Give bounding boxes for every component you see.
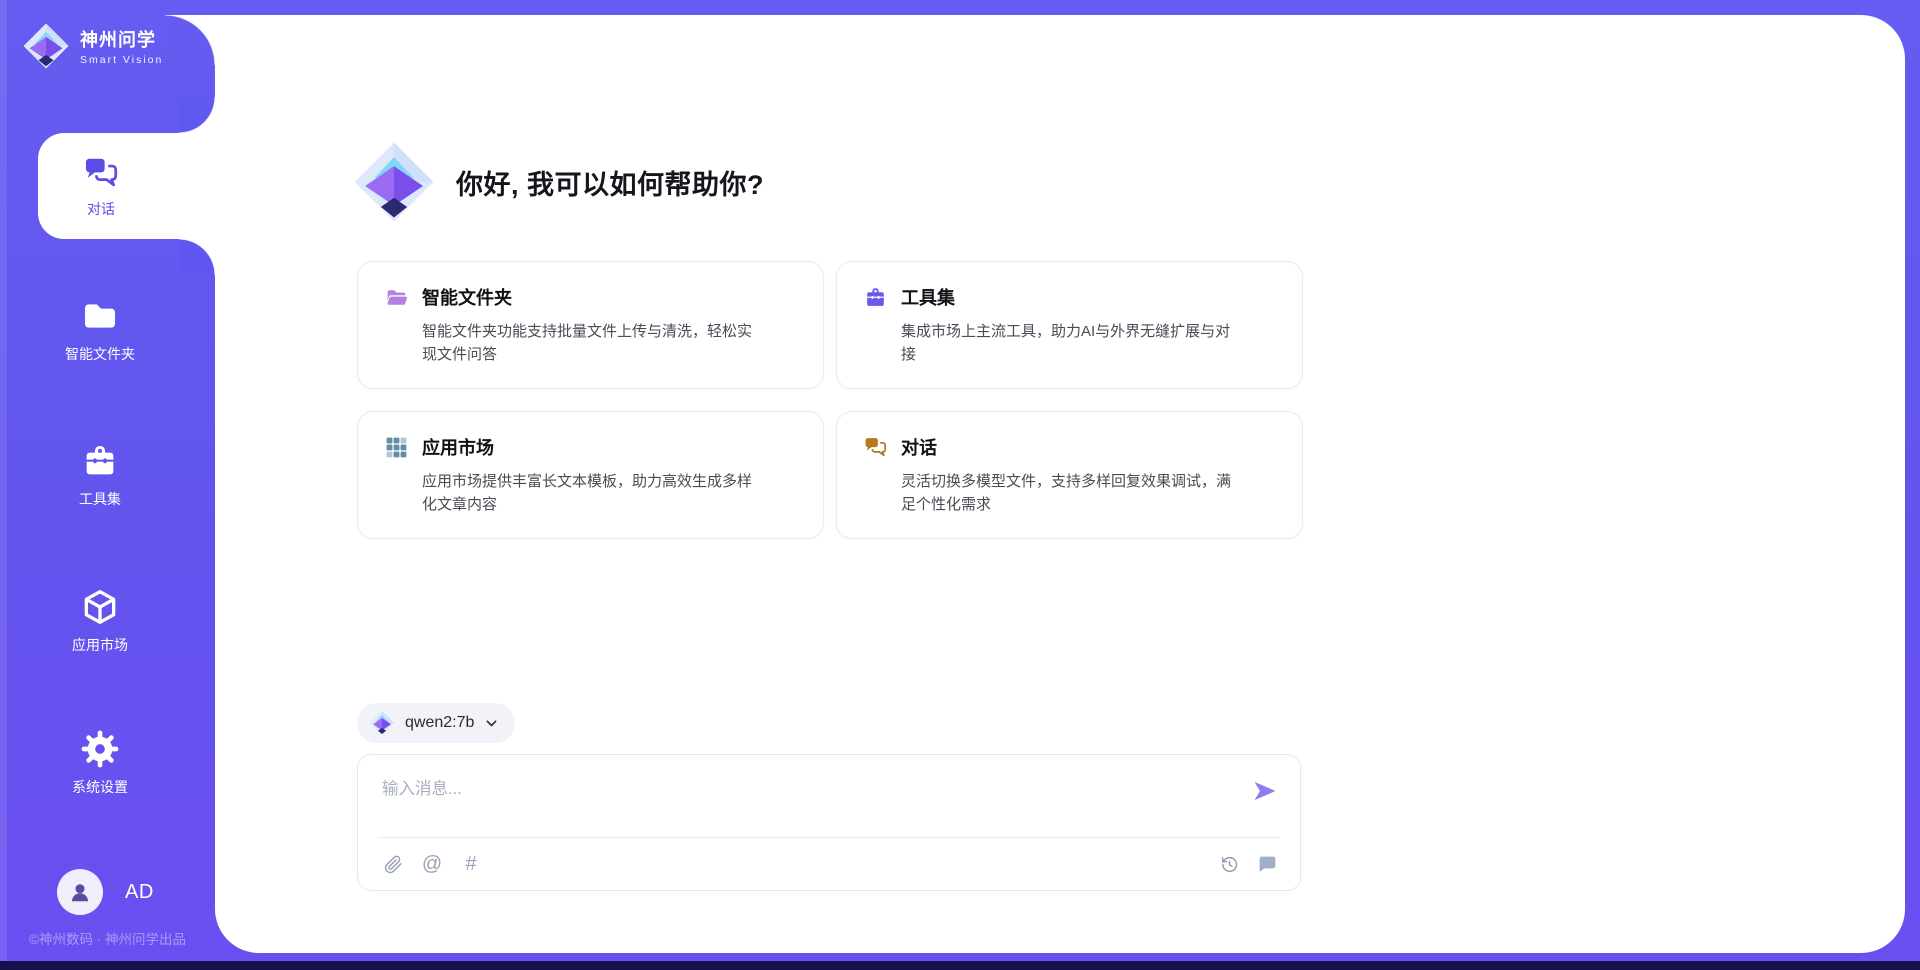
- mention-icon: @: [422, 854, 442, 874]
- toolbox-icon: [80, 441, 120, 481]
- brand-title: 神州问学: [80, 26, 163, 52]
- page-title: 你好, 我可以如何帮助你?: [456, 163, 764, 202]
- sidebar-item-settings[interactable]: 系统设置: [0, 729, 200, 797]
- chat-bubbles-icon: [863, 435, 888, 460]
- panel-corner-flare: [165, 15, 215, 65]
- sidebar-item-label: 应用市场: [72, 635, 128, 655]
- mention-button[interactable]: @: [421, 853, 443, 875]
- greeting: 你好, 我可以如何帮助你?: [352, 140, 764, 224]
- model-name: qwen2:7b: [405, 714, 474, 732]
- history-icon: [1219, 854, 1240, 875]
- send-icon: [1251, 777, 1279, 805]
- attach-button[interactable]: [382, 853, 404, 875]
- hashtag-icon: #: [465, 854, 476, 874]
- greeting-logo-icon: [352, 140, 436, 224]
- grid-icon: [384, 435, 409, 460]
- card-chat[interactable]: 对话 灵活切换多模型文件，支持多样回复效果调试，满足个性化需求: [836, 411, 1303, 539]
- folder-icon: [80, 296, 120, 336]
- sidebar-item-label: 系统设置: [72, 777, 128, 797]
- person-icon: [67, 879, 93, 905]
- card-description: 灵活切换多模型文件，支持多样回复效果调试，满足个性化需求: [901, 470, 1235, 517]
- model-selector[interactable]: qwen2:7b: [357, 703, 515, 743]
- sidebar-item-smart-folder[interactable]: 智能文件夹: [0, 296, 200, 364]
- app-background: 神州问学 Smart Vision 对话 智能文件夹 工具集 应用市场: [0, 0, 1920, 970]
- card-toolset[interactable]: 工具集 集成市场上主流工具，助力AI与外界无缝扩展与对接: [836, 261, 1303, 389]
- chat-icon: [82, 154, 120, 192]
- hashtag-button[interactable]: #: [460, 853, 482, 875]
- composer-divider: [378, 837, 1280, 838]
- composer: @ #: [357, 754, 1301, 891]
- brand: 神州问学 Smart Vision: [22, 22, 163, 70]
- gear-icon: [80, 729, 120, 769]
- card-app-market[interactable]: 应用市场 应用市场提供丰富长文本模板，助力高效生成多样化文章内容: [357, 411, 824, 539]
- bottom-strip: [0, 961, 1920, 970]
- chevron-down-icon: [484, 716, 499, 731]
- card-smart-folder[interactable]: 智能文件夹 智能文件夹功能支持批量文件上传与清洗，轻松实现文件问答: [357, 261, 824, 389]
- sidebar-item-label: 智能文件夹: [65, 344, 135, 364]
- chat-bubble-icon: [1257, 854, 1278, 875]
- model-logo-icon: [369, 710, 395, 736]
- quick-phrase-button[interactable]: [1256, 853, 1278, 875]
- sidebar-item-toolset[interactable]: 工具集: [0, 441, 200, 509]
- card-title: 工具集: [901, 284, 955, 310]
- card-description: 应用市场提供丰富长文本模板，助力高效生成多样化文章内容: [422, 470, 756, 517]
- card-title: 应用市场: [422, 434, 494, 460]
- send-button[interactable]: [1250, 777, 1280, 807]
- message-input[interactable]: [358, 755, 1300, 831]
- sidebar-footer: ©神州数码 · 神州问学出品: [0, 928, 215, 948]
- sidebar-item-chat[interactable]: 对话: [38, 133, 224, 239]
- sidebar-item-label: 对话: [87, 199, 115, 219]
- sidebar-item-app-market[interactable]: 应用市场: [0, 587, 200, 655]
- user-chip[interactable]: AD: [57, 869, 154, 915]
- avatar: [57, 869, 103, 915]
- briefcase-icon: [863, 285, 888, 310]
- card-title: 对话: [901, 434, 937, 460]
- card-description: 智能文件夹功能支持批量文件上传与清洗，轻松实现文件问答: [422, 320, 756, 367]
- card-title: 智能文件夹: [422, 284, 512, 310]
- cube-icon: [80, 587, 120, 627]
- sidebar-item-label: 工具集: [79, 489, 121, 509]
- tab-curve-bottom: [179, 239, 215, 275]
- folder-open-icon: [384, 285, 409, 310]
- feature-cards: 智能文件夹 智能文件夹功能支持批量文件上传与清洗，轻松实现文件问答 工具集 集成…: [357, 261, 1303, 539]
- brand-subtitle: Smart Vision: [80, 54, 163, 66]
- tab-curve-top: [179, 97, 215, 133]
- paperclip-icon: [383, 854, 404, 875]
- brand-logo-icon: [22, 22, 70, 70]
- card-description: 集成市场上主流工具，助力AI与外界无缝扩展与对接: [901, 320, 1235, 367]
- user-name: AD: [125, 881, 154, 904]
- history-button[interactable]: [1218, 853, 1240, 875]
